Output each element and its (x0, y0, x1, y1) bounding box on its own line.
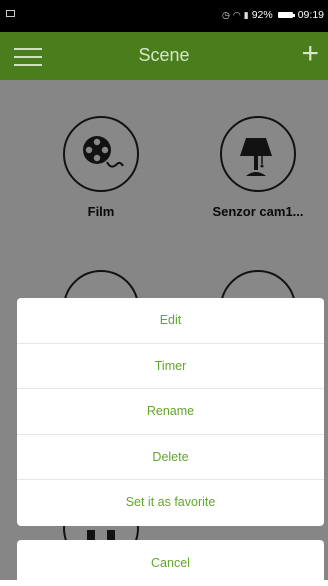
delete-option[interactable]: Delete (17, 435, 324, 481)
signal-icon: ▮ (243, 9, 249, 20)
battery-icon (277, 12, 295, 18)
edit-option[interactable]: Edit (17, 298, 324, 344)
app-bar: Scene + (0, 32, 328, 80)
action-sheet: Edit Timer Rename Delete Set it as favor… (17, 298, 324, 526)
page-title: Scene (138, 45, 190, 65)
status-bar: ◷ ◠ ▮ 92% 09:19 (0, 0, 328, 32)
plus-icon[interactable]: + (301, 39, 319, 69)
wifi-icon: ◠ (232, 9, 241, 20)
cancel-button[interactable]: Cancel (17, 540, 324, 586)
rename-option[interactable]: Rename (17, 389, 324, 435)
timer-option[interactable]: Timer (17, 344, 324, 390)
set-favorite-option[interactable]: Set it as favorite (17, 480, 324, 526)
battery-percent: 92% (251, 9, 273, 21)
status-time: 09:19 (297, 9, 324, 21)
alarm-icon: ◷ (222, 9, 230, 20)
status-indicators: ◷ ◠ ▮ 92% 09:19 (222, 9, 324, 21)
notification-icon (6, 10, 15, 17)
